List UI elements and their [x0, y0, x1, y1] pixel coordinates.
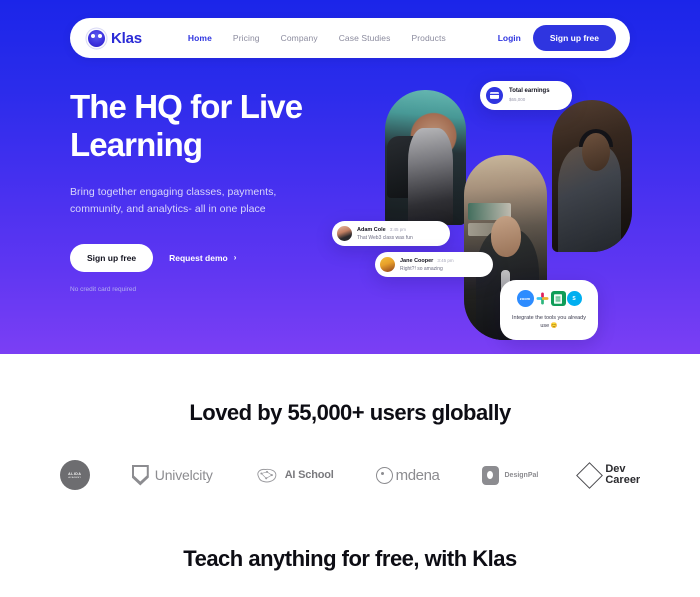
hero-section: Klas Home Pricing Company Case Studies P…: [0, 0, 700, 354]
klas-avatar-icon: [88, 29, 105, 47]
omdena-label: mdena: [395, 466, 440, 484]
brain-network-icon: [255, 467, 279, 484]
photo-figure: [558, 145, 621, 252]
chat-body: Adam Cole 3:45 pm That Web3 class was fu…: [357, 226, 413, 241]
earnings-title: Total earnings: [509, 87, 550, 94]
main-navbar: Klas Home Pricing Company Case Studies P…: [70, 18, 630, 58]
chat-body: Jane Cooper 3:45 pm Right?! so amazing: [400, 257, 454, 272]
chat-timestamp: 3:45 pm: [389, 227, 406, 232]
photo-figure: [407, 127, 454, 225]
univelcity-label: Univelcity: [154, 467, 213, 483]
chat-author: Adam Cole: [357, 227, 386, 233]
nav-link-home[interactable]: Home: [188, 33, 212, 43]
zoom-logo: zoom: [516, 290, 534, 307]
dev-career-line2: Career: [605, 474, 641, 486]
photo-decor: [387, 135, 418, 198]
nav-link-company[interactable]: Company: [281, 33, 318, 43]
dev-career-logo: Dev Career: [576, 461, 640, 489]
avatar: [380, 257, 395, 272]
ai-school-logo: AI School: [255, 467, 334, 484]
chat-header: Adam Cole 3:45 pm: [357, 227, 413, 233]
social-proof-section: Loved by 55,000+ users globally ALIDA AC…: [0, 400, 700, 572]
headphones-shape: [579, 128, 613, 148]
hero-collage: Total earnings $65,000 Adam Cole 3:45 pm…: [332, 75, 662, 350]
omdena-logo: mdena: [375, 466, 440, 484]
customer-logo-row: ALIDA ACADEMY Univelcity AI School mdena…: [0, 460, 700, 490]
ai-school-label: AI School: [284, 469, 334, 481]
nav-link-pricing[interactable]: Pricing: [233, 33, 260, 43]
alida-line1: ALIDA: [68, 471, 82, 476]
designpal-logo: DesignPal: [481, 465, 539, 485]
request-demo-button[interactable]: Request demo ›: [169, 253, 236, 263]
chat-timestamp: 3:45 pm: [437, 258, 454, 263]
total-earnings-card: Total earnings $65,000: [480, 81, 572, 110]
hero-cta-group: Sign up free Request demo ›: [70, 243, 370, 272]
brand-name: Klas: [111, 29, 142, 47]
alida-logo: ALIDA ACADEMY: [59, 460, 90, 490]
slack-logo: [534, 291, 550, 306]
photo-student-left: [385, 90, 466, 225]
chevron-right-icon: ›: [233, 253, 237, 263]
photo-head: [582, 133, 610, 172]
google-sheets-logo: [550, 291, 566, 306]
hero-copy: The HQ for Live Learning Bring together …: [70, 88, 370, 293]
designpal-mark-icon: [481, 465, 499, 485]
nav-link-case-studies[interactable]: Case Studies: [339, 33, 391, 43]
social-proof-heading: Loved by 55,000+ users globally: [189, 400, 511, 425]
photo-head: [491, 216, 522, 257]
next-section-heading: Teach anything for free, with Klas: [183, 546, 517, 571]
alida-line2: ACADEMY: [68, 476, 82, 479]
omdena-circle-icon: [375, 466, 393, 484]
nav-links: Home Pricing Company Case Studies Produc…: [188, 33, 446, 43]
signup-button[interactable]: Sign up free: [532, 25, 616, 51]
photo-student-right: [552, 100, 632, 252]
chat-bubble-adam: Adam Cole 3:45 pm That Web3 class was fu…: [332, 221, 450, 246]
earnings-value: $65,000: [509, 96, 526, 102]
shield-icon: [131, 464, 149, 486]
hero-signup-button[interactable]: Sign up free: [70, 243, 154, 272]
photo-decor: [468, 203, 512, 220]
chat-bubble-jane: Jane Cooper 3:45 pm Right?! so amazing: [375, 252, 493, 277]
integration-logos: zoom S: [508, 290, 590, 307]
hero-subtitle: Bring together engaging classes, payment…: [70, 185, 277, 215]
dev-career-label: Dev Career: [605, 464, 640, 486]
photo-decor: [468, 223, 508, 237]
card-icon: [486, 87, 503, 104]
hero-title: The HQ for Live Learning: [70, 88, 303, 164]
chat-author: Jane Cooper: [400, 258, 434, 264]
brand-logo[interactable]: Klas: [88, 29, 142, 47]
request-demo-label: Request demo: [169, 252, 228, 263]
skype-logo: S: [566, 291, 582, 306]
diamond-icon: [576, 461, 604, 489]
integrations-text: Integrate the tools you already use 😊: [512, 315, 586, 330]
earnings-text: Total earnings $65,000: [509, 88, 550, 103]
chat-message: That Web3 class was fun: [357, 235, 413, 241]
integrations-card: zoom S Integrate the tools you already u…: [500, 280, 598, 340]
chat-header: Jane Cooper 3:45 pm: [400, 258, 454, 264]
alida-badge-icon: ALIDA ACADEMY: [59, 460, 90, 490]
no-credit-card-note: No credit card required: [70, 285, 137, 293]
chat-message: Right?! so amazing: [400, 266, 443, 272]
nav-actions: Login Sign up free: [498, 25, 616, 51]
univelcity-logo: Univelcity: [131, 464, 213, 486]
login-link[interactable]: Login: [498, 33, 521, 43]
nav-link-products[interactable]: Products: [411, 33, 445, 43]
designpal-label: DesignPal: [504, 471, 539, 479]
avatar: [337, 226, 352, 241]
